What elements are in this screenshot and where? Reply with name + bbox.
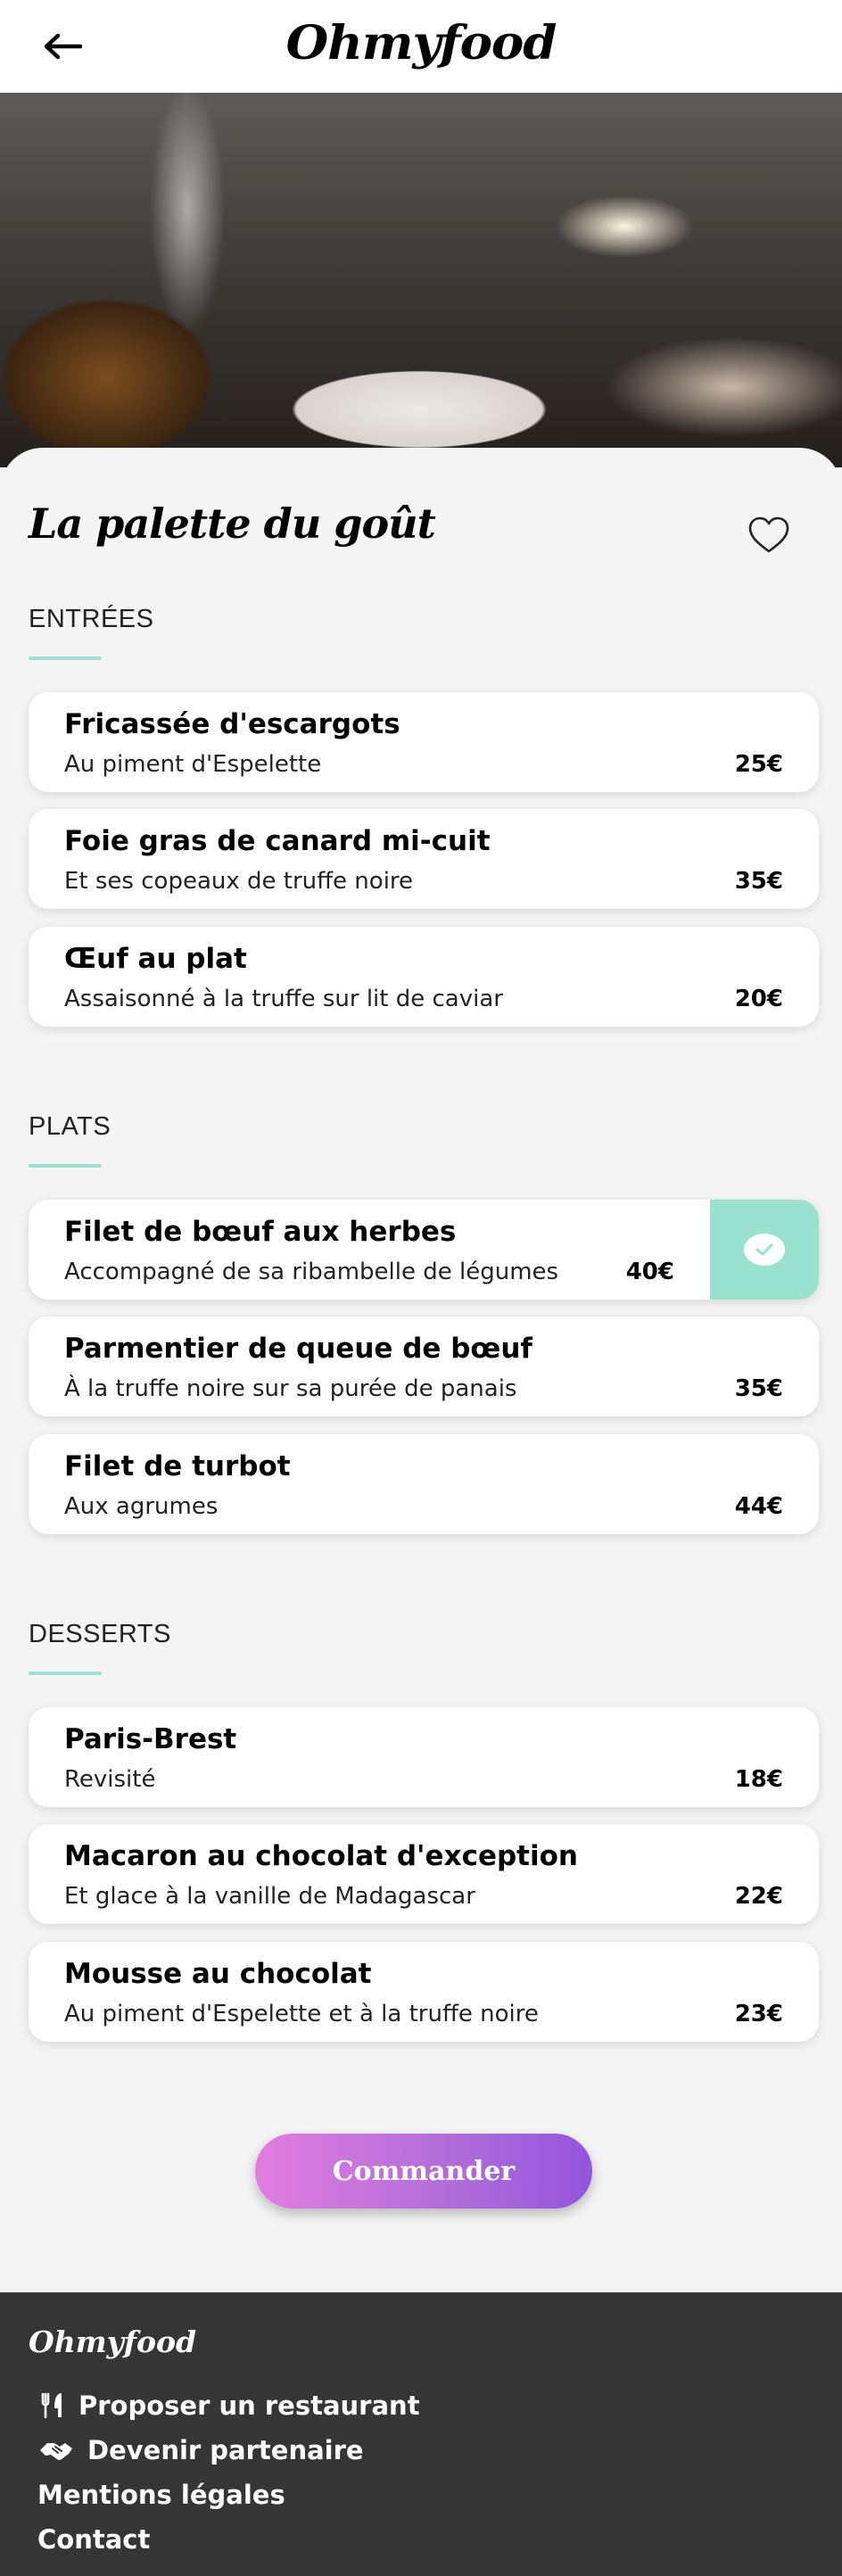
restaurant-name: La palette du goût: [29, 500, 436, 548]
menu-item-price: 40€: [625, 1259, 674, 1285]
menu-item-price: 35€: [734, 868, 783, 895]
menu-item[interactable]: Foie gras de canard mi-cuit Et ses copea…: [29, 809, 819, 909]
menu-item[interactable]: Macaron au chocolat d'exception Et glace…: [29, 1824, 819, 1924]
content-sheet-top: [0, 448, 842, 501]
menu-item-name: Filet de bœuf aux herbes: [64, 1216, 457, 1248]
menu-item-description: Accompagné de sa ribambelle de légumes: [64, 1259, 559, 1285]
menu-item-name: Paris-Brest: [64, 1723, 237, 1755]
footer-link-propose-restaurant[interactable]: Proposer un restaurant: [37, 2390, 420, 2421]
section-title-plats: PLATS: [29, 1112, 111, 1141]
menu-item[interactable]: Œuf au plat Assaisonné à la truffe sur l…: [29, 927, 819, 1027]
menu-item-name: Mousse au chocolat: [64, 1958, 372, 1990]
section-title-desserts: DESSERTS: [29, 1620, 171, 1648]
menu-item[interactable]: Mousse au chocolat Au piment d'Espelette…: [29, 1942, 819, 2042]
menu-item-selected[interactable]: Filet de bœuf aux herbes Accompagné de s…: [29, 1200, 819, 1300]
order-button[interactable]: Commander: [255, 2134, 592, 2209]
menu-item-price: 20€: [734, 986, 783, 1012]
footer-link-label: Devenir partenaire: [87, 2435, 364, 2465]
top-header: Ohmyfood: [0, 0, 842, 93]
menu-item-name: Macaron au chocolat d'exception: [64, 1840, 578, 1872]
favorite-button[interactable]: [747, 516, 790, 555]
menu-item-description: Au piment d'Espelette et à la truffe noi…: [64, 2001, 539, 2027]
footer-link-contact[interactable]: Contact: [37, 2524, 150, 2555]
page-footer: Ohmyfood Proposer un restaurant Devenir …: [0, 2292, 842, 2576]
menu-item-price: 25€: [734, 751, 783, 778]
menu-item[interactable]: Paris-Brest Revisité 18€: [29, 1707, 819, 1807]
menu-item-description: Et ses copeaux de truffe noire: [64, 868, 414, 895]
menu-item-name: Foie gras de canard mi-cuit: [64, 825, 491, 857]
footer-link-label: Proposer un restaurant: [78, 2390, 420, 2421]
footer-link-become-partner[interactable]: Devenir partenaire: [37, 2435, 364, 2465]
section-underline: [29, 1164, 102, 1168]
menu-item-price: 44€: [734, 1493, 783, 1520]
menu-item-price: 22€: [734, 1883, 783, 1910]
selected-indicator[interactable]: [710, 1200, 819, 1300]
menu-item-name: Œuf au plat: [64, 943, 247, 975]
menu-item-price: 23€: [734, 2001, 783, 2027]
section-underline: [29, 1672, 102, 1675]
footer-logo[interactable]: Ohmyfood: [29, 2324, 196, 2359]
menu-item-price: 35€: [734, 1375, 783, 1402]
menu-item-name: Parmentier de queue de bœuf: [64, 1333, 532, 1365]
footer-link-legal[interactable]: Mentions légales: [37, 2480, 285, 2510]
section-title-entrees: ENTRÉES: [29, 605, 154, 633]
menu-item-description: À la truffe noire sur sa purée de panais: [64, 1375, 517, 1402]
menu-item-description: Revisité: [64, 1766, 156, 1793]
menu-item-name: Fricassée d'escargots: [64, 708, 400, 740]
handshake-icon: [37, 2437, 75, 2464]
menu-item-description: Assaisonné à la truffe sur lit de caviar: [64, 986, 503, 1012]
heart-outline-icon: [748, 516, 789, 553]
app-logo[interactable]: Ohmyfood: [0, 16, 842, 70]
menu-item-description: Et glace à la vanille de Madagascar: [64, 1883, 475, 1910]
utensils-icon: [37, 2392, 68, 2419]
menu-item[interactable]: Filet de turbot Aux agrumes 44€: [29, 1434, 819, 1534]
menu-item-description: Au piment d'Espelette: [64, 751, 322, 778]
check-icon: [744, 1234, 785, 1266]
menu-item-description: Aux agrumes: [64, 1493, 219, 1520]
restaurant-hero-image: [0, 93, 842, 467]
menu-item[interactable]: Parmentier de queue de bœuf À la truffe …: [29, 1317, 819, 1416]
menu-item-name: Filet de turbot: [64, 1450, 291, 1482]
menu-item[interactable]: Fricassée d'escargots Au piment d'Espele…: [29, 692, 819, 792]
menu-item-price: 18€: [734, 1766, 783, 1793]
section-underline: [29, 656, 102, 660]
